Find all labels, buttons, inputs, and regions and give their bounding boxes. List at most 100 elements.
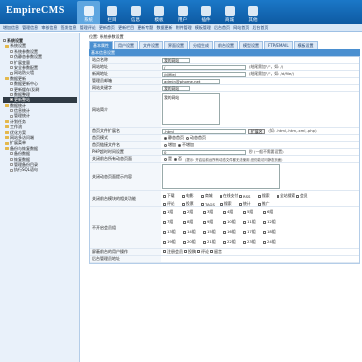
checkbox-option[interactable]: 注册会员 [162, 249, 183, 255]
checkbox[interactable] [220, 202, 223, 206]
checkbox-option[interactable]: 会员 [295, 193, 314, 199]
sidebar-item[interactable]: 执行SQL语句 [3, 167, 77, 172]
checkbox[interactable] [197, 250, 200, 253]
checkbox[interactable] [182, 202, 185, 206]
checkbox-option[interactable]: 4组 [222, 209, 242, 215]
quick-link[interactable]: 后台首页 [214, 25, 230, 31]
checkbox-option[interactable]: 评论 [196, 249, 209, 255]
checkbox-option[interactable]: 14组 [182, 229, 202, 235]
checkbox-option[interactable]: RSS [238, 193, 257, 199]
checkbox[interactable] [183, 230, 186, 234]
checkbox[interactable] [210, 250, 213, 253]
checkbox-option[interactable]: 全站搜索 [276, 193, 295, 199]
site-url-input[interactable]: / [162, 64, 246, 70]
radio-static[interactable] [164, 136, 167, 140]
quick-link[interactable]: 更新栏目 [118, 25, 134, 31]
settings-tab[interactable]: 分组生成 [189, 41, 213, 49]
checkbox-option[interactable]: 5组 [242, 209, 262, 215]
checkbox[interactable] [243, 220, 246, 224]
checkbox-option[interactable]: 6组 [262, 209, 282, 215]
checkbox-option[interactable]: 16组 [222, 229, 242, 235]
radio-not-add[interactable] [178, 143, 181, 147]
intro-textarea[interactable]: 我的网站 [162, 93, 220, 125]
checkbox[interactable] [243, 240, 246, 244]
checkbox-option[interactable]: TAGS [200, 201, 219, 206]
checkbox-option[interactable]: 11组 [242, 219, 262, 225]
checkbox-option[interactable]: 投稿 [183, 249, 196, 255]
checkbox-option[interactable]: 7组 [162, 219, 182, 225]
quick-link[interactable]: 模板管理 [195, 25, 211, 31]
checkbox-option[interactable]: 搜索 [257, 193, 276, 199]
checkbox-option[interactable]: 13组 [162, 229, 182, 235]
checkbox[interactable] [203, 210, 206, 214]
quick-link[interactable]: 签发信息 [61, 25, 77, 31]
checkbox[interactable] [223, 230, 226, 234]
checkbox-option[interactable]: 24组 [262, 239, 282, 245]
site-name-input[interactable]: 我的网站 [162, 57, 190, 63]
checkbox[interactable] [263, 210, 266, 214]
checkbox[interactable] [239, 194, 242, 198]
checkbox-option[interactable]: 21组 [202, 239, 222, 245]
checkbox[interactable] [277, 194, 279, 198]
settings-tab[interactable]: 界面设置 [164, 41, 188, 49]
checkbox[interactable] [220, 194, 222, 198]
checkbox[interactable] [183, 210, 186, 214]
nav-shop[interactable]: 商城 [218, 1, 241, 24]
nav-column[interactable]: 栏目 [101, 1, 124, 24]
quick-link[interactable]: 后台首页 [252, 25, 268, 31]
checkbox-option[interactable]: 统计 [238, 201, 257, 206]
checkbox[interactable] [163, 230, 166, 234]
checkbox[interactable] [258, 194, 261, 198]
keywords-input[interactable]: 我的网站 [162, 85, 190, 91]
quick-link[interactable]: 更新首页 [99, 25, 115, 31]
checkbox-option[interactable]: 商城 [200, 193, 219, 199]
checkbox-option[interactable]: 15组 [202, 229, 222, 235]
checkbox-option[interactable]: 17组 [242, 229, 262, 235]
checkbox[interactable] [182, 194, 185, 198]
checkbox[interactable] [163, 250, 166, 253]
checkbox[interactable] [239, 202, 242, 206]
checkbox-option[interactable]: 12组 [262, 219, 282, 225]
checkbox[interactable] [163, 202, 166, 206]
checkbox[interactable] [203, 220, 206, 224]
checkbox[interactable] [201, 194, 204, 198]
checkbox[interactable] [263, 240, 266, 244]
nav-template[interactable]: 模板 [148, 1, 171, 24]
radio-add[interactable] [164, 143, 167, 147]
checkbox[interactable] [203, 230, 206, 234]
checkbox-option[interactable]: 18组 [262, 229, 282, 235]
checkbox-option[interactable]: 推广 [257, 201, 276, 206]
quick-link[interactable]: 管理评论 [80, 25, 96, 31]
checkbox-option[interactable]: 3组 [202, 209, 222, 215]
settings-tab[interactable]: 前台设置 [214, 41, 238, 49]
radio-no[interactable] [174, 157, 177, 161]
checkbox[interactable] [163, 240, 166, 244]
checkbox-option[interactable]: 评论 [162, 201, 181, 206]
checkbox[interactable] [263, 220, 266, 224]
checkbox[interactable] [243, 230, 246, 234]
checkbox-option[interactable]: 22组 [222, 239, 242, 245]
checkbox[interactable] [203, 240, 206, 244]
settings-tab[interactable]: 用户设置 [114, 41, 138, 49]
nav-user[interactable]: 用户 [171, 1, 194, 24]
radio-yes[interactable] [164, 157, 167, 161]
checkbox-option[interactable]: 下载 [162, 193, 181, 199]
checkbox[interactable] [243, 210, 246, 214]
checkbox-option[interactable]: 在线支付 [219, 193, 238, 199]
quick-link[interactable]: 更新专题 [137, 25, 153, 31]
checkbox[interactable] [258, 202, 261, 206]
index-ext-input[interactable]: .html [162, 128, 246, 134]
checkbox-option[interactable]: 投票 [181, 201, 200, 206]
settings-tab[interactable]: 基本属性 [89, 41, 113, 49]
nav-plugin[interactable]: 插件 [195, 1, 218, 24]
checkbox[interactable] [183, 240, 186, 244]
checkbox-option[interactable]: 20组 [182, 239, 202, 245]
admin-email-input[interactable]: admin@phome.net [162, 78, 220, 84]
checkbox[interactable] [163, 210, 166, 214]
checkbox[interactable] [163, 220, 166, 224]
quick-link[interactable]: 审核信息 [41, 25, 57, 31]
php-time-input[interactable]: 0 [162, 149, 246, 155]
checkbox[interactable] [263, 230, 266, 234]
checkbox[interactable] [183, 220, 186, 224]
checkbox-option[interactable]: 搜索 [219, 201, 238, 206]
